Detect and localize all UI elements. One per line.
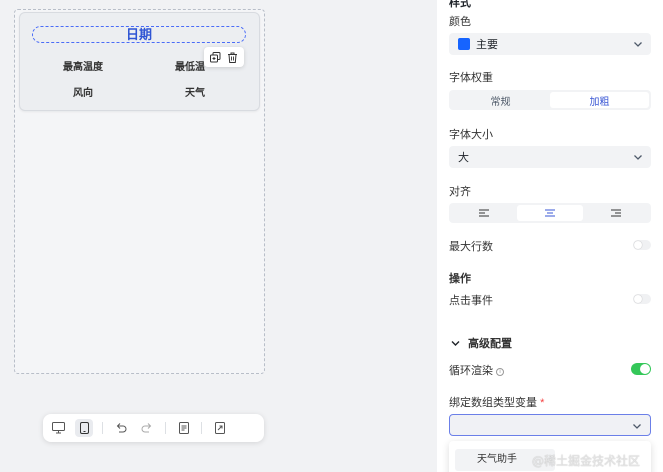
right-align-icon[interactable]	[583, 205, 649, 221]
desktop-icon[interactable]	[49, 419, 67, 437]
card-cell-min-temp: 最低温	[175, 62, 205, 73]
document-icon[interactable]	[175, 419, 193, 437]
color-label: 颜色	[449, 16, 471, 28]
center-align-icon[interactable]	[517, 205, 583, 221]
toolbar-divider	[165, 422, 166, 434]
info-icon[interactable]: i	[496, 368, 504, 376]
chevron-down-icon	[633, 152, 643, 165]
date-title[interactable]: 日期	[32, 26, 246, 43]
font-size-label: 字体大小	[449, 129, 493, 141]
section-title-style: 样式	[449, 0, 471, 9]
chevron-down-icon	[633, 39, 643, 52]
bind-array-label: 绑定数组类型变量	[449, 397, 537, 409]
click-event-toggle[interactable]	[633, 294, 651, 304]
left-align-icon[interactable]	[451, 205, 517, 221]
card-cell-weather: 天气	[185, 88, 205, 99]
toolbar-divider	[102, 422, 103, 434]
component-ops-popover	[204, 47, 244, 67]
advanced-config-header[interactable]: 高级配置	[451, 335, 512, 351]
font-weight-segmented: 常规 加粗	[449, 90, 651, 110]
bind-array-row: 绑定数组类型变量 *	[449, 394, 544, 410]
max-lines-toggle[interactable]	[633, 240, 651, 250]
view-toolbar	[43, 414, 264, 442]
redo-icon[interactable]	[138, 419, 156, 437]
loop-render-row: 循环渲染 i	[449, 362, 504, 378]
bind-array-select[interactable]	[449, 414, 651, 436]
undo-icon[interactable]	[112, 419, 130, 437]
font-size-select[interactable]: 大	[449, 146, 651, 168]
font-size-value: 大	[458, 152, 469, 164]
align-segmented	[449, 203, 651, 223]
advanced-config-label: 高级配置	[468, 338, 512, 350]
card-cell-wind: 风向	[73, 88, 93, 99]
export-icon[interactable]	[211, 419, 229, 437]
section-title-ops: 操作	[449, 273, 471, 285]
card-cell-max-temp: 最高温度	[63, 62, 103, 73]
mobile-icon[interactable]	[75, 419, 93, 437]
font-weight-option-bold[interactable]: 加粗	[550, 92, 649, 108]
chevron-down-icon	[451, 339, 460, 348]
config-panel: 样式 颜色 主要 字体权重 常规 加粗 字体大小 大 对齐 最大行数 操作 点击…	[437, 0, 663, 472]
toolbar-divider	[201, 422, 202, 434]
color-select[interactable]: 主要	[449, 33, 651, 55]
trash-icon[interactable]	[227, 51, 239, 63]
max-lines-label: 最大行数	[449, 241, 493, 253]
required-marker: *	[540, 397, 545, 409]
color-swatch	[458, 38, 470, 50]
font-weight-label: 字体权重	[449, 72, 493, 84]
loop-render-label: 循环渲染	[449, 365, 493, 377]
watermark: @稀土掘金技术社区	[532, 454, 641, 468]
copy-icon[interactable]	[210, 51, 222, 63]
align-label: 对齐	[449, 186, 471, 198]
chevron-down-icon	[632, 421, 642, 434]
click-event-label: 点击事件	[449, 295, 493, 307]
color-value: 主要	[476, 39, 498, 51]
loop-render-toggle[interactable]	[631, 363, 651, 375]
font-weight-option-regular[interactable]: 常规	[451, 92, 550, 108]
